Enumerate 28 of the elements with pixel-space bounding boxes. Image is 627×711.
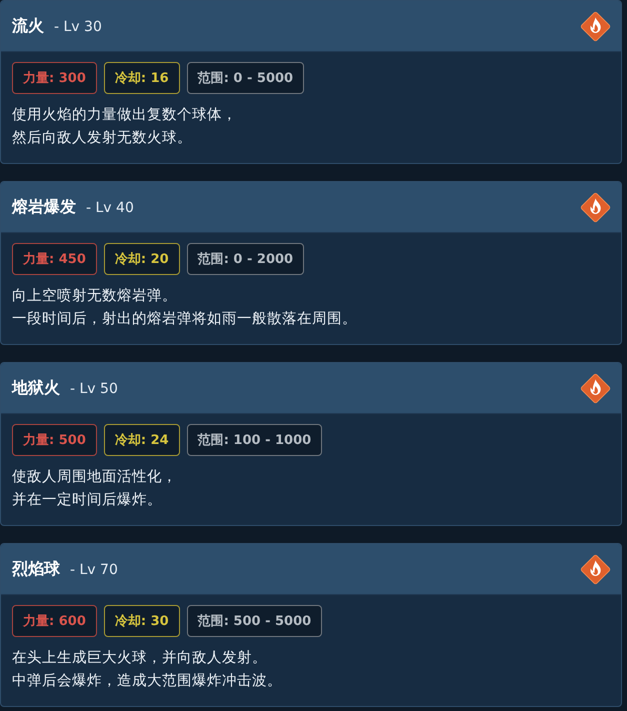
- description-line: 并在一定时间后爆炸。: [12, 490, 162, 510]
- description-line: 一段时间后，射出的熔岩弹将如雨一般散落在周围。: [12, 310, 357, 329]
- skill-name: 流火: [12, 16, 44, 36]
- skill-name: 烈焰球: [12, 558, 60, 580]
- range-stat: 范围: 500 - 5000: [186, 605, 322, 637]
- cooldown-stat: 冷却: 24: [104, 424, 180, 456]
- description-line: 在头上生成巨大火球，并向敌人发射。: [12, 649, 267, 668]
- range-stat: 范围: 100 - 1000: [186, 424, 322, 456]
- skill-level: - Lv 40: [86, 200, 134, 216]
- skill-level: - Lv 30: [54, 18, 102, 34]
- cooldown-stat: 冷却: 30: [104, 605, 180, 637]
- range-stat: 范围: 0 - 5000: [186, 62, 304, 94]
- range-stat: 范围: 0 - 2000: [186, 243, 304, 275]
- description-line: 然后向敌人发射无数火球。: [12, 129, 192, 148]
- power-stat: 力量: 600: [12, 605, 97, 637]
- power-stat: 力量: 500: [12, 424, 97, 456]
- skill-name: 地狱火: [12, 378, 60, 398]
- description-line: 向上空喷射无数熔岩弹。: [12, 286, 177, 306]
- description-line: 使敌人周围地面活性化，: [12, 468, 177, 487]
- description-line: 中弹后会爆炸，造成大范围爆炸冲击波。: [12, 672, 282, 691]
- power-stat: 力量: 300: [12, 62, 97, 94]
- skill-level: - Lv 50: [70, 380, 118, 396]
- power-stat: 力量: 450: [12, 243, 97, 275]
- description-line: 使用火焰的力量做出复数个球体，: [12, 106, 237, 125]
- cooldown-stat: 冷却: 16: [104, 62, 180, 94]
- cooldown-stat: 冷却: 20: [104, 243, 180, 275]
- skill-name: 熔岩爆发: [12, 196, 76, 218]
- skill-level: - Lv 70: [70, 562, 118, 578]
